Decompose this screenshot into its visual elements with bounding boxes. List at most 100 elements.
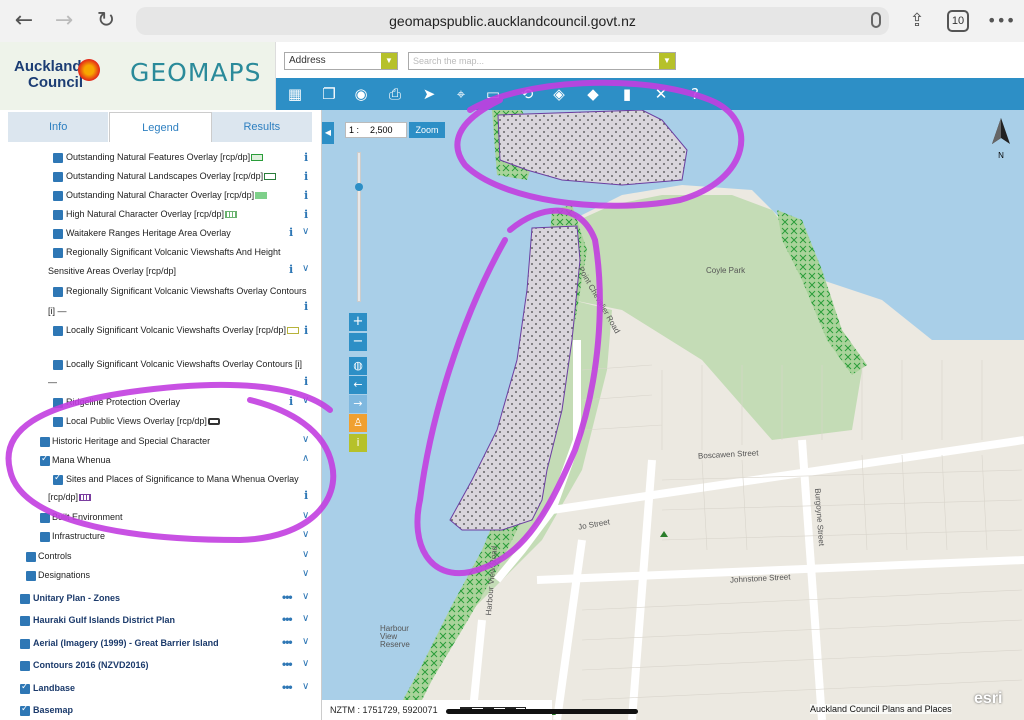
more-options-icon[interactable]: ••• [282,657,293,671]
layers-icon[interactable]: ❐ [318,83,340,105]
map-view[interactable]: Coyle Park Point Chevalier Road Boscawen… [322,110,1024,720]
more-options-icon[interactable]: ••• [282,612,293,626]
layer-checkbox[interactable] [53,417,63,427]
chevron-down-icon[interactable]: ∨ [302,529,309,540]
chevron-down-icon[interactable]: ∨ [302,226,309,237]
zoom-out-button[interactable]: − [349,333,367,351]
info-icon[interactable]: i [289,226,293,239]
chevron-down-icon[interactable]: ∨ [302,395,309,406]
info-icon[interactable]: i [304,208,308,221]
info-icon[interactable]: i [304,300,308,313]
layer-checkbox[interactable] [53,210,63,220]
logo-line-1: Auckland [14,58,82,75]
layer-checkbox[interactable] [53,360,63,370]
scale-input[interactable]: 1 : 2,500 [345,122,407,138]
group-checkbox[interactable] [20,616,30,626]
zoom-slider-handle[interactable] [355,183,363,191]
group-checkbox[interactable] [20,594,30,604]
layer-checkbox[interactable] [40,513,50,523]
chevron-down-icon[interactable]: ∨ [302,591,309,602]
info-icon[interactable]: i [304,151,308,164]
more-options-icon[interactable]: ••• [282,635,293,649]
layer-checkbox[interactable] [53,473,63,485]
layer-checkbox[interactable] [53,191,63,201]
layer-checkbox[interactable] [26,571,36,581]
council-logo[interactable]: Auckland Council [14,59,83,91]
layer-checkbox[interactable] [53,287,63,297]
view-icon[interactable]: ◉ [350,83,372,105]
pegman-icon[interactable]: ♙ [349,414,367,432]
share-icon[interactable]: ⇪ [905,9,929,33]
info-icon[interactable]: i [289,263,293,276]
chevron-down-icon[interactable]: ∨ [302,549,309,560]
info-icon[interactable]: i [349,434,367,452]
chevron-up-icon[interactable]: ∧ [302,453,309,464]
chevron-down-icon[interactable]: ∨ [302,568,309,579]
tab-results[interactable]: Results [211,112,313,142]
logo-area: Auckland Council GEOMAPS [0,42,276,110]
info-icon[interactable]: i [304,375,308,388]
bookmark-icon[interactable]: ▮ [616,83,638,105]
zoom-slider[interactable] [355,152,363,302]
help-icon[interactable]: ? [684,83,706,105]
group-checkbox[interactable] [20,639,30,649]
panel-collapse-button[interactable]: ◀ [322,122,334,144]
globe-icon[interactable]: ◍ [349,357,367,375]
info-icon[interactable]: i [304,489,308,502]
chevron-down-icon[interactable]: ∨ [302,613,309,624]
property-icon[interactable]: ◆ [582,83,604,105]
tools-icon[interactable]: ✕ [650,83,672,105]
layer-checkbox[interactable] [40,437,50,447]
microphone-icon[interactable] [871,12,881,28]
group-checkbox[interactable] [20,661,30,671]
layer-checkbox[interactable] [26,552,36,562]
chevron-down-icon[interactable]: ∨ [302,434,309,445]
search-type-value: Address [289,55,326,66]
layer-checkbox[interactable] [53,172,63,182]
zoom-in-button[interactable]: + [349,313,367,331]
layer-checkbox[interactable] [40,454,50,466]
print-icon[interactable]: ⎙ [384,83,406,105]
logo-line-2: Council [28,74,83,91]
layer-checkbox[interactable] [53,398,63,408]
select-icon[interactable]: ➤ [418,83,440,105]
chevron-down-icon[interactable]: ∨ [302,636,309,647]
basemap-icon[interactable]: ▦ [284,83,306,105]
back-icon[interactable]: ← [12,9,36,33]
info-icon[interactable]: i [304,189,308,202]
chevron-down-icon[interactable]: ∨ [302,263,309,274]
layer-checkbox[interactable] [40,532,50,542]
back-extent-icon[interactable]: ← [349,376,367,394]
zoom-button[interactable]: Zoom [409,122,445,138]
info-icon[interactable]: i [289,395,293,408]
chevron-down-icon[interactable]: ∨ [302,681,309,692]
group-checkbox[interactable] [20,704,30,716]
more-options-icon[interactable]: ••• [282,590,293,604]
layer-checkbox[interactable] [53,153,63,163]
tabs-count-button[interactable]: 10 [947,10,969,32]
more-icon[interactable]: ••• [987,9,1015,33]
group-item: Landbase [33,683,76,693]
chevron-down-icon[interactable]: ∨ [302,510,309,521]
search-input[interactable]: Search the map... ▼ [408,52,676,70]
history-icon[interactable]: ⟲ [516,83,538,105]
streetview-icon[interactable]: ◈ [548,83,570,105]
group-checkbox[interactable] [20,682,30,694]
info-icon[interactable]: i [304,324,308,337]
info-icon[interactable]: i [304,170,308,183]
layer-checkbox[interactable] [53,248,63,258]
reload-icon[interactable]: ↻ [94,9,118,33]
measure-icon[interactable]: ▭ [482,83,504,105]
search-type-select[interactable]: Address ▼ [284,52,398,70]
locate-icon[interactable]: ⌖ [450,83,472,105]
forward-extent-icon[interactable]: → [349,395,367,413]
address-bar[interactable]: geomapspublic.aucklandcouncil.govt.nz [136,7,889,35]
layer-checkbox[interactable] [53,326,63,336]
tab-legend[interactable]: Legend [109,112,212,142]
more-options-icon[interactable]: ••• [282,680,293,694]
map-canvas[interactable] [322,110,1024,720]
layer-checkbox[interactable] [53,229,63,239]
tab-info[interactable]: Info [8,112,110,142]
forward-icon[interactable]: → [52,9,76,33]
chevron-down-icon[interactable]: ∨ [302,658,309,669]
